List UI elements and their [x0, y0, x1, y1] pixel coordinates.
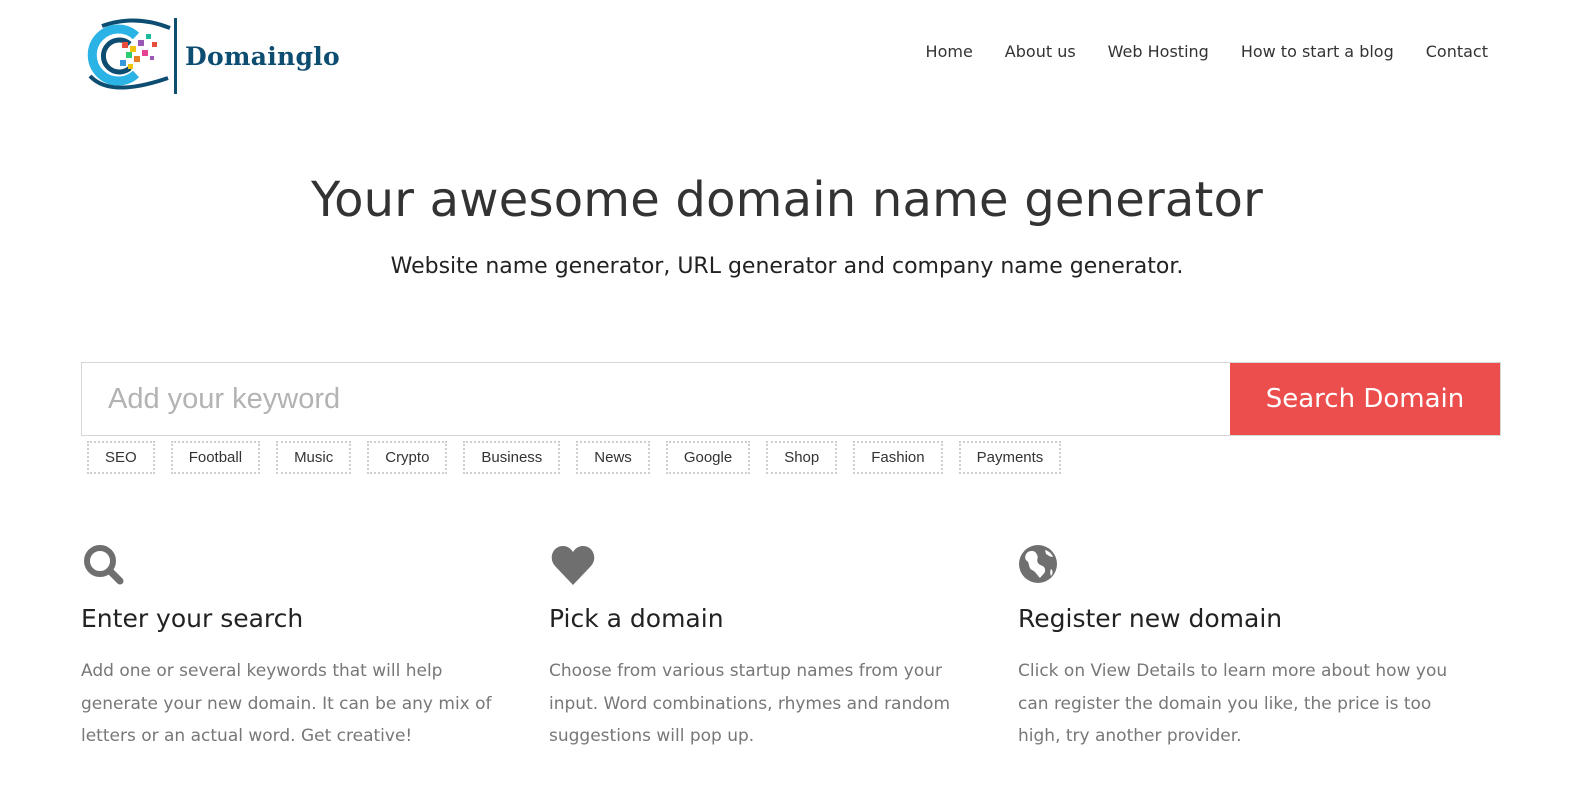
- hero-title: Your awesome domain name generator: [310, 172, 1264, 228]
- keyword-chip-shop[interactable]: Shop: [766, 441, 838, 474]
- keyword-chip-fashion[interactable]: Fashion: [853, 441, 943, 474]
- feature-description: Add one or several keywords that will he…: [81, 661, 492, 746]
- nav-contact[interactable]: Contact: [1426, 38, 1488, 66]
- domain-search-form: Search Domain: [81, 362, 1501, 436]
- keyword-chip-business[interactable]: Business: [463, 441, 561, 474]
- keyword-chip-football[interactable]: Football: [170, 441, 261, 474]
- search-domain-button[interactable]: Search Domain: [1230, 363, 1500, 435]
- globe-icon: [1019, 545, 1057, 583]
- nav-home[interactable]: Home: [926, 38, 973, 66]
- main-nav: Home About us Web Hosting How to start a…: [926, 38, 1488, 66]
- nav-about-us[interactable]: About us: [1005, 38, 1076, 66]
- feature-title: Enter your search: [81, 604, 304, 633]
- keyword-suggestions: SEO Football Music Crypto Business News …: [87, 441, 1062, 474]
- feature-pick-domain: Pick a domain Choose from various startu…: [549, 542, 989, 753]
- keyword-chip-payments[interactable]: Payments: [958, 441, 1062, 474]
- site-logo[interactable]: Domainglo: [80, 16, 370, 96]
- logo-icon: [87, 18, 171, 90]
- page: Domainglo Home About us Web Hosting How …: [0, 0, 1574, 794]
- keyword-chip-google[interactable]: Google: [665, 441, 751, 474]
- feature-enter-search: Enter your search Add one or several key…: [81, 542, 521, 753]
- feature-register-domain: Register new domain Click on View Detail…: [1018, 542, 1458, 753]
- keyword-chip-news[interactable]: News: [576, 441, 650, 474]
- keyword-chip-crypto[interactable]: Crypto: [367, 441, 448, 474]
- search-icon: [84, 545, 124, 585]
- feature-description: Click on View Details to learn more abou…: [1018, 661, 1448, 746]
- nav-web-hosting[interactable]: Web Hosting: [1108, 38, 1209, 66]
- nav-how-to-start-a-blog[interactable]: How to start a blog: [1241, 38, 1394, 66]
- logo-divider: [174, 18, 177, 94]
- keyword-chip-seo[interactable]: SEO: [87, 441, 155, 474]
- feature-description: Choose from various startup names from y…: [549, 661, 951, 746]
- logo-text: Domainglo: [185, 41, 341, 71]
- feature-title: Register new domain: [1018, 604, 1283, 633]
- keyword-input[interactable]: [82, 363, 1230, 435]
- heart-icon: [551, 546, 595, 585]
- hero-subtitle: Website name generator, URL generator an…: [390, 254, 1184, 279]
- keyword-chip-music[interactable]: Music: [276, 441, 352, 474]
- feature-title: Pick a domain: [549, 604, 724, 633]
